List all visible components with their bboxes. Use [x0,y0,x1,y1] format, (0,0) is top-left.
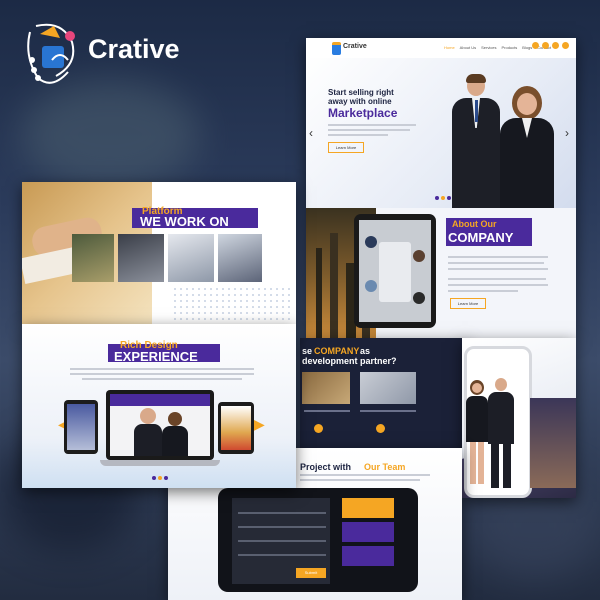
project-text-line [300,474,430,476]
facebook-icon[interactable] [532,42,539,49]
laptop-user-photo [530,398,576,488]
choose-title-pre: se [302,346,313,356]
project-title-highlight: Our Team [364,462,406,472]
hero-next-arrow-icon[interactable]: › [565,126,569,140]
background-blur [20,80,200,190]
mobile-man-image [486,378,516,488]
submit-button[interactable]: Submit [296,568,326,578]
hero-text-line [328,124,416,126]
hero-learn-more-button[interactable]: Learn More [328,142,364,153]
mobile-woman-image [464,380,490,484]
nav-products[interactable]: Products [501,45,517,50]
platform-photo-2 [118,234,164,282]
rich-text-line [70,373,254,375]
rich-text-line [70,368,254,370]
about-button-label: Learn More [457,301,479,306]
project-text-line [300,479,420,481]
about-text-line [448,268,548,270]
mini-logo-icon [332,42,341,55]
hero-prev-arrow-icon[interactable]: ‹ [309,126,313,140]
contact-form-panel: Submit [232,498,330,584]
platform-photo-3 [168,234,214,282]
info-box-purple-1 [342,522,394,542]
about-text-line [448,284,548,286]
info-box-purple-2 [342,546,394,566]
choose-text-line [360,410,416,412]
about-learn-more-button[interactable]: Learn More [450,298,486,309]
choose-title-post: as [360,346,371,356]
hero-title-line1: Start selling right [328,88,394,97]
rich-next-arrow-icon[interactable]: ▶ [254,416,265,433]
linkedin-icon[interactable] [552,42,559,49]
brand-name: Crative [88,34,180,64]
project-title-pre: Project with [300,462,352,472]
rich-design-card: Rich Design EXPERIENCE ◀ ▶ [22,324,296,488]
mobile-card [462,338,576,498]
about-text-line [448,262,544,264]
nav-services[interactable]: Services [481,45,496,50]
form-input-line[interactable] [238,554,326,556]
about-title-small: About Our [452,219,497,229]
hero-text-line [328,129,410,131]
nav-home[interactable]: Home [444,45,455,50]
laptop-screen-image [110,394,210,456]
landscape-phone: Submit [218,488,418,592]
rich-title-big: EXPERIENCE [114,349,198,364]
slider-dots [435,196,451,200]
choose-photo-left [302,372,350,404]
brand-logo [22,20,84,90]
logo-mark-icon [27,23,75,84]
twitter-icon[interactable] [542,42,549,49]
tablet-left-device [64,400,98,454]
platform-photo-1 [72,234,114,282]
tablet-right-device [218,402,254,454]
nav-about[interactable]: About Us [460,45,476,50]
hero-section: Start selling right away with online Mar… [306,58,576,208]
nav-blogs[interactable]: Blogs [522,45,532,50]
choose-title-highlight: COMPANY [314,346,360,356]
about-title-big: COMPANY [448,230,514,245]
form-input-line[interactable] [238,540,326,542]
form-input-line[interactable] [238,526,326,528]
about-text-line [448,290,518,292]
rich-text-line [82,378,242,380]
choose-right-button-icon[interactable] [376,424,385,433]
header-bar: Crative Home About Us Services Products … [306,38,576,58]
hero-title-line2: away with online [328,97,392,106]
choose-photo-right [360,372,416,404]
meeting-photo [359,220,431,322]
dotted-pattern [172,286,292,322]
form-input-line[interactable] [238,512,326,514]
platform-title-big: WE WORK ON [140,214,229,229]
laptop-device [100,390,220,470]
rich-slider-dots [152,476,168,480]
info-box-orange [342,498,394,518]
hero-button-label: Learn More [335,145,357,150]
homepage-card: Crative Home About Us Services Products … [306,38,576,338]
hero-text-line [328,134,388,136]
submit-button-label: Submit [304,570,318,575]
about-text-line [448,278,546,280]
choose-left-button-icon[interactable] [314,424,323,433]
choose-text-line [304,410,350,412]
social-icons [532,42,569,49]
choose-card: se COMPANY as development partner? [300,338,468,448]
instagram-icon[interactable] [562,42,569,49]
about-text-line [448,256,548,258]
choose-title-line2: development partner? [302,356,397,366]
platform-card: Platform WE WORK ON [22,182,296,324]
platform-photo-4 [218,234,262,282]
hero-highlight: Marketplace [328,106,398,120]
businesswoman-image [496,86,558,208]
tablet-frame [354,214,436,328]
mini-logo-text: Crative [343,43,367,50]
about-section: About Our COMPANY Learn More [306,208,576,338]
